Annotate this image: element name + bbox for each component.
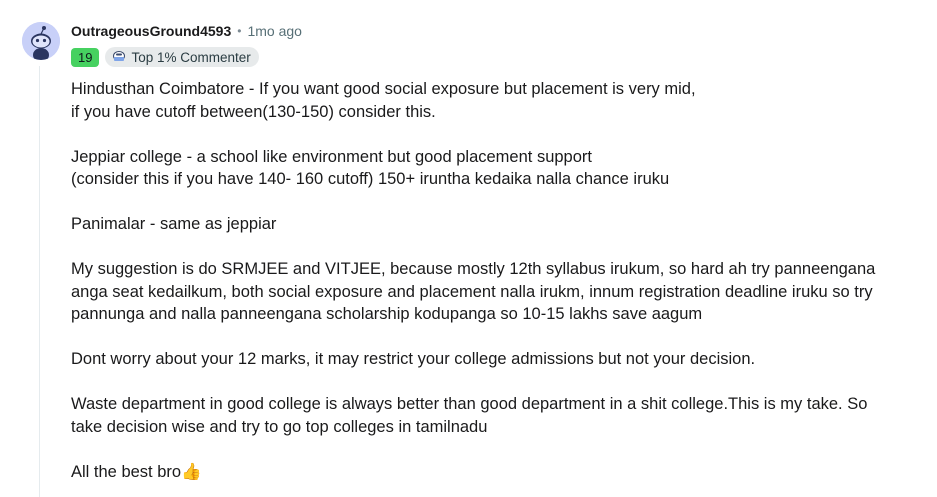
comment-paragraph: Hindusthan Coimbatore - If you want good…: [71, 78, 931, 123]
comment-paragraph: Dont worry about your 12 marks, it may r…: [71, 348, 931, 371]
comment-paragraph: All the best bro👍: [71, 461, 931, 484]
top-commenter-badge[interactable]: Top 1% Commenter: [105, 47, 259, 67]
comment-text-line: Waste department in good college is alwa…: [71, 395, 868, 413]
comment-text-line: pannunga and nalla panneengana scholarsh…: [71, 305, 703, 323]
comment-paragraph: Waste department in good college is alwa…: [71, 393, 931, 438]
comment-body: Hindusthan Coimbatore - If you want good…: [71, 78, 931, 483]
comment-text-line: (consider this if you have 140- 160 cuto…: [71, 170, 670, 188]
comment-text-line: if you have cutoff between(130-150) cons…: [71, 102, 436, 121]
comment-text-line: Dont worry about your 12 marks, it may r…: [71, 350, 756, 368]
flair-row: 19 Top 1% Commenter: [71, 46, 259, 68]
karma-flair-badge: 19: [71, 47, 100, 67]
comment-text-line: Hindusthan Coimbatore - If you want good…: [71, 80, 696, 98]
comment-timestamp[interactable]: 1mo ago: [247, 23, 301, 39]
meta-separator: •: [237, 24, 242, 38]
comment-text-line: All the best bro👍: [71, 462, 202, 481]
comment-header: OutrageousGround4593 • 1mo ago: [71, 20, 302, 42]
comment-text-line: My suggestion is do SRMJEE and VITJEE, b…: [71, 260, 876, 278]
comment-text-line: anga seat kedailkum, both social exposur…: [71, 282, 873, 301]
comment-text-line: Jeppiar college - a school like environm…: [71, 147, 592, 166]
author-username[interactable]: OutrageousGround4593: [71, 23, 231, 39]
comment-text-line: Panimalar - same as jeppiar: [71, 215, 277, 233]
top-commenter-label: Top 1% Commenter: [131, 49, 251, 65]
snoo-avatar-icon: [22, 22, 60, 60]
comment-paragraph: Panimalar - same as jeppiar: [71, 213, 931, 236]
user-avatar[interactable]: [22, 22, 60, 60]
comment-paragraph: My suggestion is do SRMJEE and VITJEE, b…: [71, 258, 931, 326]
top-commenter-icon: [113, 51, 126, 61]
thread-line[interactable]: [39, 66, 40, 497]
comment-paragraph: Jeppiar college - a school like environm…: [71, 146, 931, 191]
comment-text-line: take decision wise and try to go top col…: [71, 417, 488, 436]
